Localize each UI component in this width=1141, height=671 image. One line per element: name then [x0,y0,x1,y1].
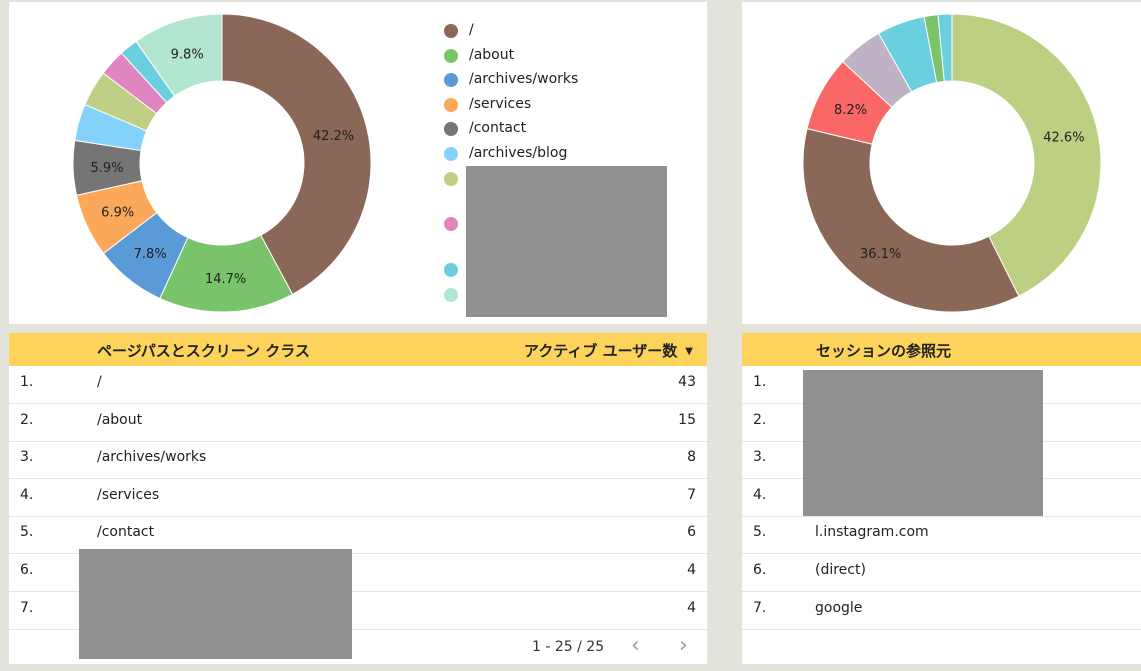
redacted-block [803,370,1043,516]
column-header-active-users[interactable]: アクティブ ユーザー数 ▼ [524,340,693,361]
row-session-source: (direct) [815,562,866,578]
row-page-path: /services [97,486,160,503]
row-session-source: l.instagram.com [815,524,929,541]
row-index: 3. [753,449,767,466]
chevron-right-icon[interactable]: › [679,633,688,658]
table-row[interactable]: 4. /services 7 [9,479,707,517]
row-index: 7. [20,599,34,616]
page-path-table: ページパスとスクリーン クラス アクティブ ユーザー数 ▼ 1. / 43 2. /abo… [9,333,707,664]
legend-label: /about [469,47,515,63]
session-source-donut-chart: 42.6% 36.1% 8.2% [802,13,1102,313]
legend-swatch [444,217,458,231]
row-index: 2. [753,411,767,428]
triangle-down-icon[interactable]: ▼ [685,346,693,357]
legend-swatch [444,24,458,38]
legend-label: /archives/works [469,71,579,87]
table-row[interactable]: 3. /archives/works 8 [9,441,707,480]
row-page-path: /archives/works [97,449,207,466]
row-session-source: google [815,599,863,616]
chevron-left-icon[interactable]: ‹ [631,633,640,658]
table-row[interactable]: 2. /about 15 [9,404,707,442]
table-row[interactable]: 1. / 43 [9,366,707,404]
row-page-path: / [97,374,102,390]
slice-value-label: 7.8% [134,247,167,262]
row-index: 6. [753,562,767,578]
row-page-path: /about [97,411,143,428]
redacted-block [466,166,667,317]
session-source-donut-panel: 42.6% 36.1% 8.2% [742,2,1141,324]
row-index: 2. [20,411,34,428]
legend-label: / [469,22,474,38]
slice-value-label: 14.7% [205,272,246,287]
column-header-active-users-label: アクティブ ユーザー数 [524,342,678,360]
slice-value-label: 36.1% [860,247,901,262]
legend-swatch [444,263,458,277]
row-active-users: 4 [687,599,696,616]
row-index: 5. [20,524,34,541]
row-active-users: 43 [678,374,696,390]
legend-swatch [444,49,458,63]
pagination-label: 1 - 25 / 25 [532,639,605,655]
page-path-donut-panel: 42.2% 14.7% 7.8% 6.9% 5.9% 9.8% / /about/archi… [9,2,707,324]
slice-value-label: 5.9% [91,161,124,176]
row-index: 7. [753,599,767,616]
row-index: 5. [753,524,767,541]
redacted-block [79,549,352,659]
row-index: 4. [753,486,767,503]
row-active-users: 6 [687,524,696,541]
row-index: 1. [20,374,34,390]
column-header-page-path[interactable]: ページパスとスクリーン クラス [97,340,310,361]
slice-value-label: 8.2% [834,103,867,118]
row-active-users: 7 [687,486,696,503]
legend-label: /archives/blog [469,145,568,161]
session-source-table: セッションの参照元 1. 2. 3. 4. 5. l.instagram.com 6. (di… [742,333,1141,664]
table-row[interactable]: 7. google [742,592,1141,630]
legend-label: /contact [469,120,527,136]
row-index: 4. [20,486,34,503]
legend-swatch [444,288,458,302]
legend-swatch [444,73,458,87]
legend-swatch [444,172,458,186]
row-index: 1. [753,374,767,390]
slice-value-label: 9.8% [171,47,204,62]
table-row[interactable]: 5. l.instagram.com [742,516,1141,555]
slice-value-label: 42.6% [1043,131,1084,146]
row-page-path: /contact [97,524,155,541]
slice-value-label: 42.2% [313,129,354,144]
row-active-users: 15 [678,411,696,428]
table-header: ページパスとスクリーン クラス アクティブ ユーザー数 ▼ [9,333,707,366]
row-index: 6. [20,562,34,578]
table-header: セッションの参照元 [742,333,1141,366]
row-active-users: 4 [687,562,696,578]
donut-slice[interactable] [802,128,1020,313]
row-index: 3. [20,449,34,466]
legend-label: /services [469,96,532,112]
legend-swatch [444,98,458,112]
table-row[interactable]: 6. (direct) [742,554,1141,592]
legend-swatch [444,147,458,161]
legend-swatch [444,122,458,136]
row-active-users: 8 [687,449,696,466]
slice-value-label: 6.9% [101,205,134,220]
column-header-session-source[interactable]: セッションの参照元 [816,340,951,361]
